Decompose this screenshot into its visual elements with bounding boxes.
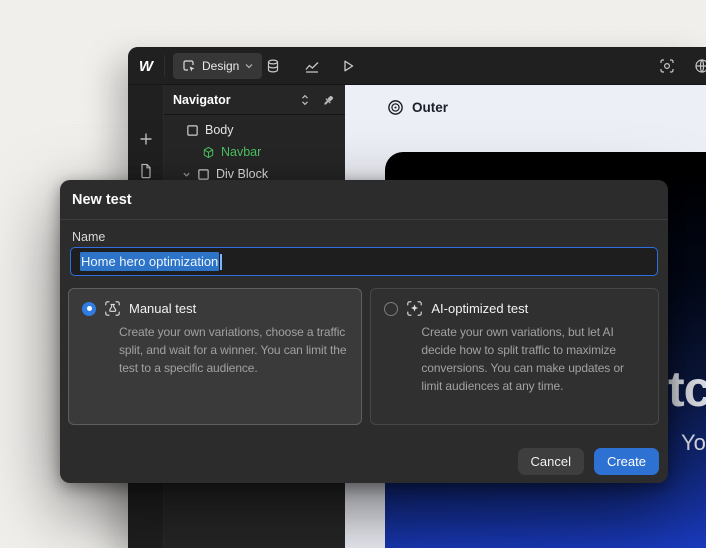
option-description: Create your own variations, but let AI d… bbox=[421, 325, 624, 393]
site-headline-fragment: tc bbox=[668, 361, 706, 417]
option-header: Manual test bbox=[82, 300, 348, 317]
tree-item-label: Navbar bbox=[221, 145, 262, 159]
sort-icon[interactable] bbox=[298, 93, 312, 107]
chevron-down-icon bbox=[245, 64, 253, 69]
component-cube-icon bbox=[203, 146, 214, 158]
globe-icon[interactable] bbox=[694, 58, 706, 74]
play-icon[interactable] bbox=[340, 58, 356, 74]
navigator-tree: Body Navbar Div Block bbox=[164, 119, 345, 185]
test-type-options: Manual test Create your own variations, … bbox=[68, 288, 659, 425]
analytics-icon[interactable] bbox=[304, 58, 320, 74]
square-icon bbox=[198, 168, 209, 180]
flask-brackets-icon bbox=[105, 301, 120, 316]
add-element-icon[interactable] bbox=[138, 131, 154, 147]
divider bbox=[164, 55, 165, 77]
section-label-text: Outer bbox=[412, 100, 449, 115]
navigator-title: Navigator bbox=[173, 92, 231, 107]
option-manual-test[interactable]: Manual test Create your own variations, … bbox=[68, 288, 363, 425]
selected-text: Home hero optimization bbox=[80, 252, 220, 271]
navigator-header: Navigator bbox=[164, 85, 345, 115]
create-button[interactable]: Create bbox=[593, 448, 659, 475]
option-header: AI-optimized test bbox=[384, 300, 645, 317]
radio-unselected[interactable] bbox=[384, 301, 399, 316]
section-label-outer[interactable]: Outer bbox=[387, 99, 448, 116]
pages-icon[interactable] bbox=[138, 163, 154, 179]
chevron-down-icon bbox=[183, 172, 190, 177]
bullseye-icon bbox=[388, 100, 403, 115]
site-subtext-fragment: Yo bbox=[681, 430, 706, 455]
design-mode-dropdown[interactable]: Design bbox=[173, 53, 263, 79]
option-ai-optimized-test[interactable]: AI-optimized test Create your own variat… bbox=[370, 288, 659, 425]
name-field-label: Name bbox=[72, 230, 106, 244]
scan-icon[interactable] bbox=[659, 58, 675, 74]
pin-icon[interactable] bbox=[322, 93, 336, 107]
design-cursor-icon bbox=[183, 60, 195, 72]
text-caret bbox=[220, 253, 222, 270]
radio-selected[interactable] bbox=[82, 301, 96, 316]
dialog-title: New test bbox=[60, 180, 668, 220]
tree-item-label: Div Block bbox=[216, 167, 269, 181]
dialog-footer: Cancel Create bbox=[517, 448, 659, 475]
tree-item-body[interactable]: Body bbox=[164, 119, 345, 141]
database-icon[interactable] bbox=[265, 58, 281, 74]
cancel-button[interactable]: Cancel bbox=[517, 448, 584, 475]
option-description: Create your own variations, choose a tra… bbox=[119, 325, 347, 375]
design-label: Design bbox=[202, 59, 240, 73]
new-test-dialog: New test Name Home hero optimization Man… bbox=[60, 180, 668, 483]
option-title: Manual test bbox=[129, 301, 197, 316]
sparkle-brackets-icon bbox=[407, 301, 423, 316]
top-toolbar: W Design bbox=[128, 47, 706, 85]
square-icon bbox=[187, 124, 198, 136]
option-title: AI-optimized test bbox=[431, 301, 529, 316]
tree-item-navbar[interactable]: Navbar bbox=[164, 141, 345, 163]
tree-item-label: Body bbox=[205, 123, 234, 137]
webflow-logo[interactable]: W bbox=[128, 47, 164, 85]
test-name-input[interactable]: Home hero optimization bbox=[70, 247, 658, 276]
